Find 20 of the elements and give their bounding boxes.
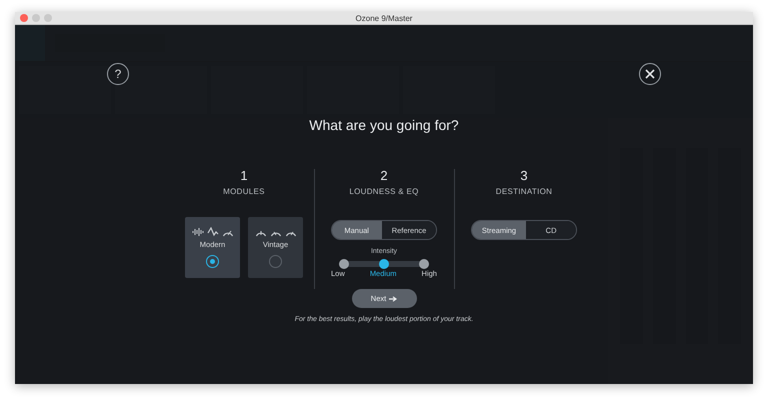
wave-icon <box>206 227 218 237</box>
step-number: 2 <box>380 169 388 183</box>
window-title: Ozone 9/Master <box>356 14 412 22</box>
radio-button[interactable] <box>206 255 219 268</box>
step-number: 3 <box>520 169 528 183</box>
help-button[interactable]: ? <box>107 63 129 85</box>
radio-button[interactable] <box>269 255 282 268</box>
arrow-right-icon <box>389 296 398 302</box>
close-icon <box>644 68 656 80</box>
step-number: 1 <box>240 169 248 183</box>
slider-stop[interactable] <box>379 259 389 269</box>
slider-stop[interactable] <box>419 259 429 269</box>
intensity-slider[interactable] <box>339 261 429 267</box>
step-label: LOUDNESS & EQ <box>349 187 419 196</box>
waveform-icon <box>192 227 204 237</box>
slider-stop[interactable] <box>339 259 349 269</box>
wizard-title: What are you going for? <box>309 117 459 133</box>
close-button[interactable] <box>639 63 661 85</box>
step-label: MODULES <box>223 187 265 196</box>
step-label: DESTINATION <box>496 187 552 196</box>
